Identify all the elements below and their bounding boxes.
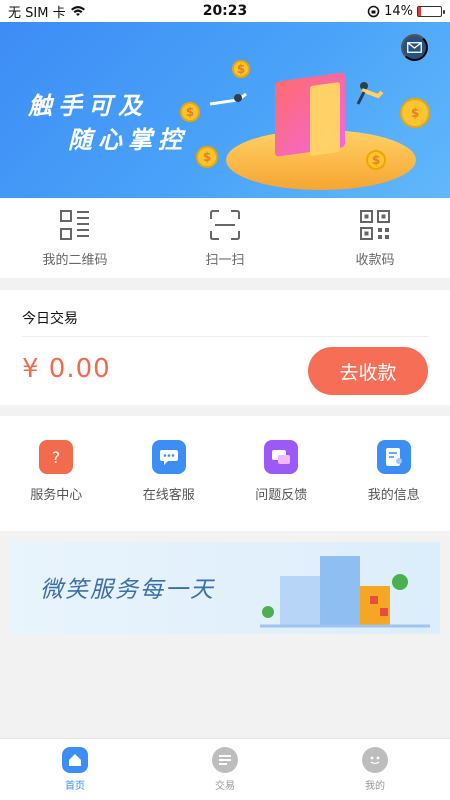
city-illustration-icon	[260, 556, 430, 628]
services-grid: ? 服务中心 在线客服 问题反馈 我的信息	[0, 416, 450, 531]
tab-label: 首页	[65, 781, 85, 792]
person-figure-icon	[356, 82, 384, 105]
quick-item-my-qrcode[interactable]: 我的二维码	[0, 198, 150, 278]
service-item-feedback[interactable]: 问题反馈	[225, 416, 338, 531]
tab-label: 交易	[215, 781, 235, 792]
today-transactions-card: 今日交易 ¥ 0.00 去收款	[0, 290, 450, 405]
service-label: 在线客服	[142, 488, 195, 503]
quick-label: 收款码	[355, 252, 395, 268]
coin-icon: $	[400, 98, 430, 128]
status-right: 14%	[367, 3, 445, 19]
transaction-icon	[212, 747, 238, 773]
quick-label: 扫一扫	[205, 252, 245, 268]
my-info-icon	[376, 440, 411, 474]
tab-label: 我的	[365, 781, 385, 792]
svg-text:?: ?	[52, 448, 61, 467]
banner-illustration-book-page	[310, 81, 340, 157]
qrcode-icon	[360, 209, 390, 240]
service-item-my-info[interactable]: 我的信息	[338, 416, 450, 531]
status-bar: 无 SIM 卡 20:23 14%	[0, 0, 450, 22]
quick-label: 我的二维码	[42, 252, 108, 268]
mail-icon	[407, 42, 422, 53]
tab-profile[interactable]: 我的	[300, 739, 450, 800]
qrcode-card-icon	[60, 209, 89, 240]
service-label: 服务中心	[30, 488, 83, 503]
banner-line-2: 随心掌控	[68, 125, 188, 154]
battery-percent: 14%	[384, 3, 413, 19]
rotation-lock-icon	[367, 5, 380, 17]
banner[interactable]: 触手可及 随心掌控 $ $ $ $ $	[0, 22, 450, 198]
feedback-icon	[264, 440, 299, 474]
home-icon	[62, 747, 88, 773]
quick-item-collect-code[interactable]: 收款码	[300, 198, 450, 278]
coin-icon: $	[366, 150, 386, 170]
service-item-online-support[interactable]: 在线客服	[113, 416, 226, 531]
tab-transaction[interactable]: 交易	[150, 739, 300, 800]
coin-icon: $	[232, 60, 250, 78]
tab-bar: 首页 交易 我的	[0, 738, 450, 800]
coin-icon: $	[196, 146, 218, 168]
online-support-icon	[151, 440, 186, 474]
wifi-icon	[70, 6, 85, 16]
coin-icon: $	[180, 102, 200, 122]
mail-button[interactable]	[401, 34, 428, 61]
promo-text: 微笑服务每一天	[40, 577, 215, 603]
profile-icon	[362, 747, 388, 773]
scan-icon	[210, 209, 240, 240]
quick-actions: 我的二维码 扫一扫 收款码	[0, 198, 450, 278]
today-title: 今日交易	[22, 311, 78, 327]
carrier-label: 无 SIM 卡	[8, 5, 66, 21]
banner-line-1: 触手可及	[28, 91, 148, 120]
service-label: 我的信息	[367, 488, 420, 503]
status-left: 无 SIM 卡	[8, 2, 86, 21]
service-item-service-center[interactable]: ? 服务中心	[0, 416, 113, 531]
service-label: 问题反馈	[255, 488, 308, 503]
promo-banner[interactable]: 微笑服务每一天	[10, 542, 440, 634]
divider	[22, 336, 428, 337]
battery-icon	[417, 5, 445, 17]
today-amount: ¥ 0.00	[22, 354, 111, 384]
quick-item-scan[interactable]: 扫一扫	[150, 198, 300, 278]
person-figure-icon	[209, 92, 247, 106]
service-center-icon: ?	[39, 440, 74, 474]
collect-payment-button[interactable]: 去收款	[308, 347, 428, 395]
battery-fill	[418, 6, 422, 16]
tab-home[interactable]: 首页	[0, 739, 150, 800]
